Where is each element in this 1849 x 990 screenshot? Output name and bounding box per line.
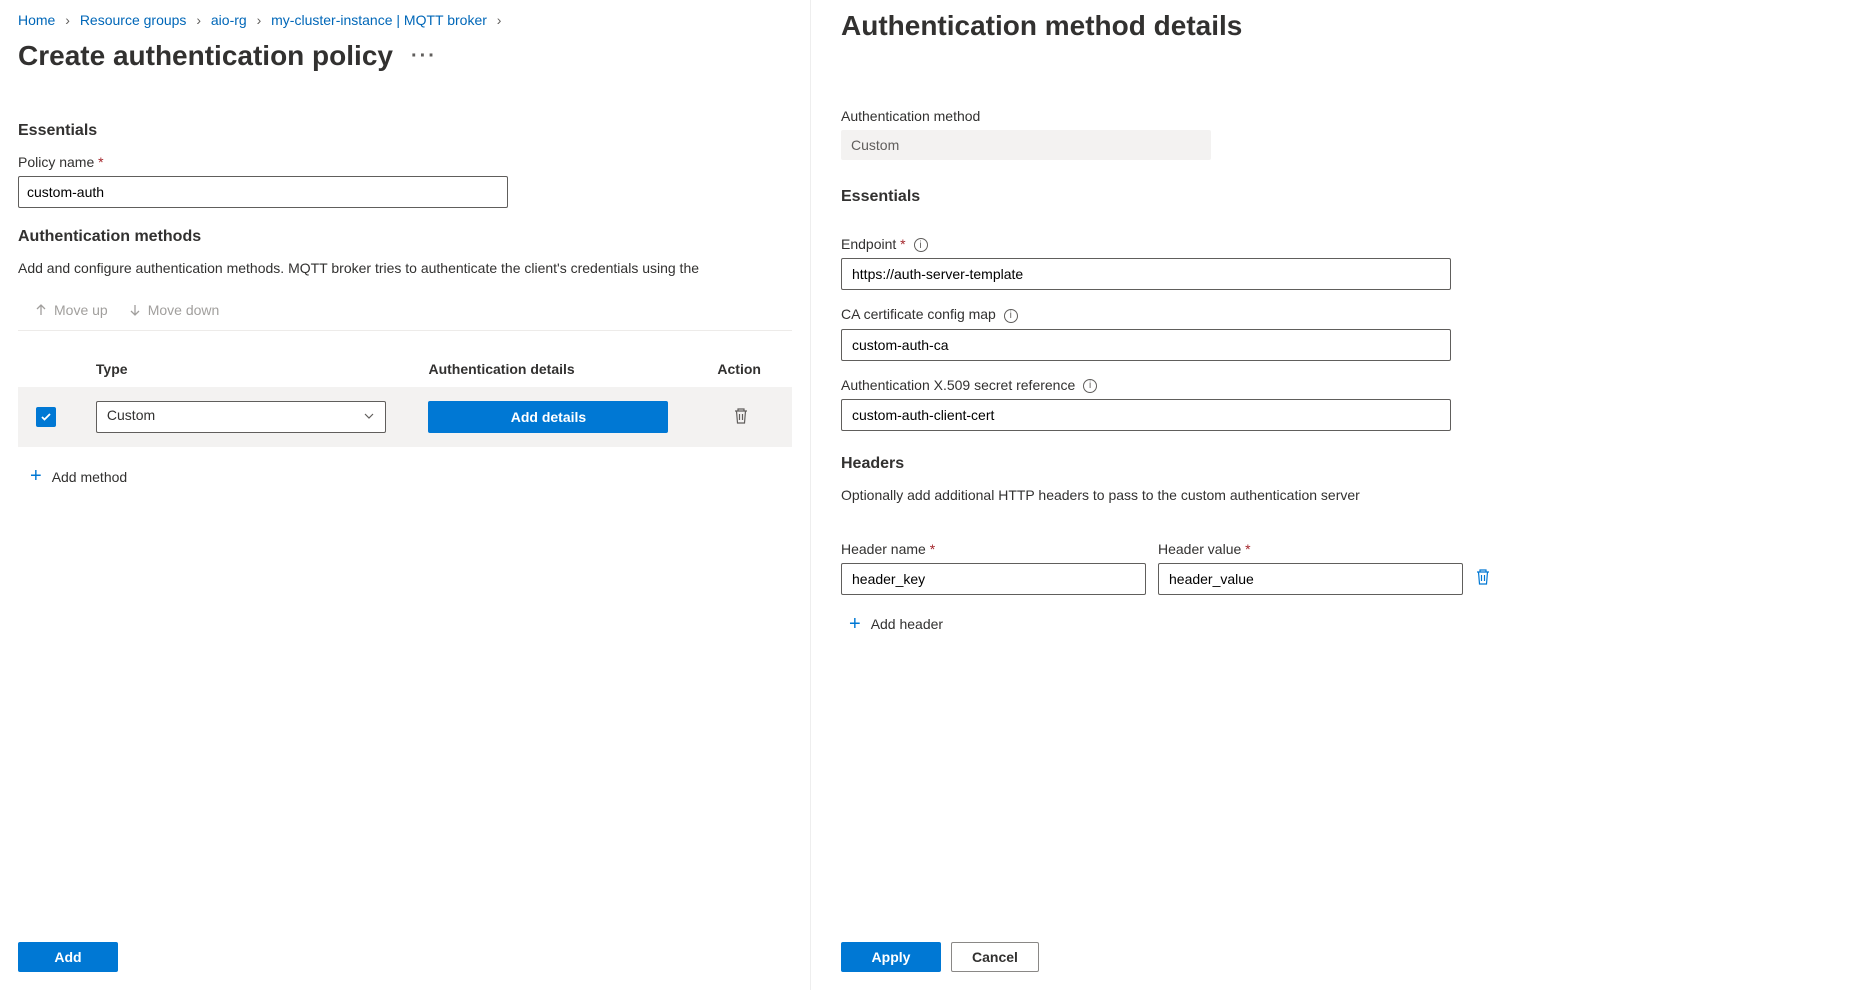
- type-column-header: Type: [80, 351, 421, 387]
- header-name-label: Header name *: [841, 541, 1146, 557]
- delete-row-button[interactable]: [733, 412, 749, 428]
- main-content: Home › Resource groups › aio-rg › my-clu…: [0, 0, 810, 990]
- trash-icon: [1475, 568, 1491, 586]
- ca-cert-label: CA certificate config map i: [841, 306, 1819, 322]
- breadcrumb-home[interactable]: Home: [18, 12, 55, 28]
- add-header-button[interactable]: + Add header: [841, 613, 1819, 636]
- table-row: Custom Add details: [18, 387, 792, 447]
- header-value-label-text: Header value: [1158, 541, 1241, 557]
- breadcrumb-aio-rg[interactable]: aio-rg: [211, 12, 247, 28]
- header-value-input[interactable]: [1158, 563, 1463, 595]
- delete-header-button[interactable]: [1475, 568, 1491, 595]
- add-header-label: Add header: [871, 616, 943, 632]
- header-value-label: Header value *: [1158, 541, 1463, 557]
- header-name-label-text: Header name: [841, 541, 926, 557]
- auth-type-value: Custom: [107, 407, 155, 423]
- auth-methods-description: Add and configure authentication methods…: [18, 260, 792, 276]
- auth-methods-header: Authentication methods: [18, 228, 792, 246]
- auth-method-value: Custom: [841, 130, 1211, 160]
- policy-name-label-text: Policy name: [18, 154, 94, 170]
- add-method-label: Add method: [52, 469, 128, 485]
- apply-button[interactable]: Apply: [841, 942, 941, 972]
- more-options-icon[interactable]: ···: [411, 45, 437, 68]
- reorder-toolbar: Move up Move down: [18, 292, 792, 331]
- row-checkbox[interactable]: [36, 407, 56, 427]
- required-indicator: *: [930, 541, 935, 557]
- add-details-button[interactable]: Add details: [428, 401, 668, 433]
- trash-icon: [733, 407, 749, 425]
- chevron-right-icon: ›: [65, 12, 70, 28]
- header-value-column: Header value *: [1158, 525, 1463, 595]
- x509-input[interactable]: [841, 399, 1451, 431]
- plus-icon: +: [849, 613, 861, 636]
- action-column-header: Action: [709, 351, 792, 387]
- endpoint-label-text: Endpoint: [841, 236, 896, 252]
- ca-cert-label-text: CA certificate config map: [841, 306, 996, 322]
- auth-type-select[interactable]: Custom: [96, 401, 386, 433]
- endpoint-label: Endpoint * i: [841, 236, 1819, 252]
- policy-name-label: Policy name *: [18, 154, 792, 170]
- header-row: Header name * Header value *: [841, 525, 1819, 595]
- headers-description: Optionally add additional HTTP headers t…: [841, 487, 1819, 503]
- cancel-button[interactable]: Cancel: [951, 942, 1039, 972]
- info-icon[interactable]: i: [1083, 379, 1097, 393]
- move-up-button[interactable]: Move up: [34, 302, 108, 318]
- chevron-right-icon: ›: [257, 12, 262, 28]
- checkbox-column-header: [18, 351, 80, 387]
- chevron-right-icon: ›: [196, 12, 201, 28]
- x509-label: Authentication X.509 secret reference i: [841, 377, 1819, 393]
- move-down-button[interactable]: Move down: [128, 302, 220, 318]
- details-title: Authentication method details: [841, 10, 1819, 42]
- checkmark-icon: [40, 411, 52, 423]
- arrow-up-icon: [34, 303, 48, 317]
- arrow-down-icon: [128, 303, 142, 317]
- add-button[interactable]: Add: [18, 942, 118, 972]
- info-icon[interactable]: i: [1004, 309, 1018, 323]
- chevron-right-icon: ›: [497, 12, 502, 28]
- ca-cert-input[interactable]: [841, 329, 1451, 361]
- details-column-header: Authentication details: [420, 351, 709, 387]
- required-indicator: *: [900, 236, 905, 252]
- add-method-button[interactable]: + Add method: [18, 465, 792, 488]
- headers-section-title: Headers: [841, 455, 1819, 473]
- right-footer: Apply Cancel: [841, 922, 1819, 972]
- essentials-header: Essentials: [18, 122, 792, 140]
- plus-icon: +: [30, 465, 42, 488]
- chevron-down-icon: [363, 409, 375, 425]
- auth-method-label: Authentication method: [841, 108, 1819, 124]
- left-footer: Add: [18, 922, 792, 972]
- right-essentials-header: Essentials: [841, 188, 1819, 206]
- info-icon[interactable]: i: [914, 238, 928, 252]
- breadcrumb: Home › Resource groups › aio-rg › my-clu…: [18, 12, 792, 28]
- endpoint-input[interactable]: [841, 258, 1451, 290]
- required-indicator: *: [98, 154, 103, 170]
- page-title-text: Create authentication policy: [18, 40, 393, 72]
- policy-name-input[interactable]: [18, 176, 508, 208]
- details-blade: Authentication method details Authentica…: [810, 0, 1849, 990]
- auth-methods-table: Type Authentication details Action Custo…: [18, 351, 792, 447]
- page-title: Create authentication policy ···: [18, 40, 792, 72]
- breadcrumb-resource-groups[interactable]: Resource groups: [80, 12, 187, 28]
- x509-label-text: Authentication X.509 secret reference: [841, 377, 1075, 393]
- breadcrumb-cluster[interactable]: my-cluster-instance | MQTT broker: [271, 12, 487, 28]
- move-down-label: Move down: [148, 302, 220, 318]
- move-up-label: Move up: [54, 302, 108, 318]
- required-indicator: *: [1245, 541, 1250, 557]
- header-name-column: Header name *: [841, 525, 1146, 595]
- header-name-input[interactable]: [841, 563, 1146, 595]
